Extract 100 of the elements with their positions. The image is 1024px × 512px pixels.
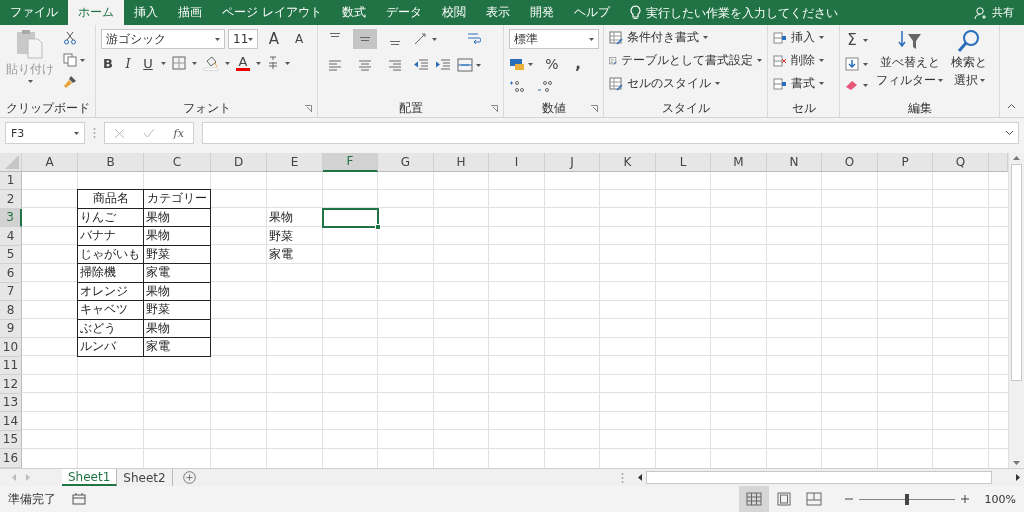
wrap-text-icon[interactable]: [467, 32, 481, 46]
ribbon-tab[interactable]: データ: [375, 0, 432, 25]
cells-menu-button[interactable]: 挿入: [791, 29, 815, 46]
row-header[interactable]: 12: [0, 375, 22, 394]
dialog-launcher-icon[interactable]: [305, 105, 312, 112]
name-box[interactable]: F3: [5, 122, 85, 144]
grow-font-button[interactable]: A: [267, 30, 281, 48]
ribbon-tab[interactable]: ファイル: [0, 0, 68, 25]
dialog-launcher-icon[interactable]: [491, 105, 498, 112]
ribbon-tab[interactable]: 挿入: [124, 0, 168, 25]
row-header[interactable]: 4: [0, 227, 22, 246]
sheet-tab[interactable]: Sheet1: [62, 469, 118, 486]
row-header[interactable]: 16: [0, 449, 22, 468]
column-header[interactable]: N: [767, 153, 822, 172]
paintbrush-icon[interactable]: [63, 75, 77, 89]
eraser-icon[interactable]: [845, 79, 859, 91]
ribbon-tab[interactable]: ページ レイアウト: [212, 0, 332, 25]
zoom-out-icon[interactable]: [844, 495, 853, 503]
style-menu-button[interactable]: 条件付き書式: [627, 29, 699, 46]
percent-button[interactable]: %: [545, 56, 559, 72]
column-header[interactable]: B: [78, 153, 144, 172]
sort-filter-button[interactable]: 並べ替えと フィルター: [876, 29, 943, 89]
column-header[interactable]: D: [211, 153, 267, 172]
style-menu-button[interactable]: テーブルとして書式設定: [621, 52, 753, 69]
borders-icon[interactable]: [172, 56, 186, 70]
selected-cell[interactable]: [323, 208, 378, 227]
font-name-field[interactable]: 游ゴシック: [101, 29, 225, 49]
column-header[interactable]: A: [22, 153, 78, 172]
row-header[interactable]: 14: [0, 412, 22, 431]
cancel-icon[interactable]: [114, 127, 126, 139]
view-button[interactable]: [738, 486, 769, 512]
zoom-in-icon[interactable]: [960, 495, 969, 503]
search-field[interactable]: 実行したい作業を入力してください: [643, 4, 868, 21]
macro-record-icon[interactable]: [72, 493, 86, 505]
column-header[interactable]: L: [656, 153, 711, 172]
comma-button[interactable]: ,: [571, 55, 585, 73]
italic-button[interactable]: I: [121, 55, 135, 71]
style-menu-button[interactable]: セルのスタイル: [627, 75, 711, 92]
ribbon-tab[interactable]: 描画: [168, 0, 212, 25]
column-header[interactable]: P: [878, 153, 933, 172]
column-header[interactable]: G: [378, 153, 434, 172]
add-sheet-icon[interactable]: [182, 471, 196, 484]
grip-icon: [621, 471, 624, 484]
furigana-icon[interactable]: [267, 56, 279, 70]
ribbon-tab[interactable]: 校閲: [431, 0, 476, 25]
scissors-icon[interactable]: [63, 31, 77, 45]
orientation-icon[interactable]: [413, 32, 429, 46]
column-header[interactable]: Q: [933, 153, 989, 172]
currency-icon[interactable]: [509, 57, 525, 71]
font-color-button[interactable]: A: [236, 55, 250, 71]
align-button[interactable]: [353, 29, 377, 49]
number-format-field[interactable]: 標準: [509, 29, 599, 49]
underline-button[interactable]: U: [141, 55, 155, 71]
merge-cells-icon[interactable]: [457, 58, 473, 72]
column-header[interactable]: J: [545, 153, 600, 172]
check-icon[interactable]: [143, 128, 156, 138]
fill-down-icon[interactable]: [845, 57, 859, 71]
ribbon-tab[interactable]: ホーム: [68, 0, 124, 25]
increase-indent-icon[interactable]: [435, 59, 451, 71]
zoom-level[interactable]: 100%: [984, 492, 1016, 506]
row-header[interactable]: 6: [0, 264, 22, 283]
vertical-scrollbar[interactable]: [1008, 153, 1024, 468]
column-header[interactable]: I: [489, 153, 545, 172]
column-header[interactable]: F: [323, 153, 378, 172]
insert-function-button[interactable]: fx: [173, 126, 184, 140]
column-header[interactable]: E: [267, 153, 323, 172]
decrease-decimal-icon[interactable]: [537, 79, 553, 93]
dialog-launcher-icon[interactable]: [591, 105, 598, 112]
ribbon-tab[interactable]: 数式: [331, 0, 376, 25]
formula-input[interactable]: [202, 122, 1019, 144]
collapse-ribbon-icon[interactable]: [1007, 103, 1016, 109]
cells-menu-button[interactable]: 削除: [791, 52, 815, 69]
decrease-indent-icon[interactable]: [413, 59, 429, 71]
column-header[interactable]: H: [434, 153, 489, 172]
ribbon-tab[interactable]: 表示: [475, 0, 520, 25]
find-select-button[interactable]: 検索と 選択: [951, 29, 987, 89]
bold-button[interactable]: B: [101, 55, 115, 71]
row-header[interactable]: 2: [0, 190, 22, 209]
increase-decimal-icon[interactable]: [509, 79, 525, 93]
column-header[interactable]: K: [600, 153, 656, 172]
share-button[interactable]: 共有: [992, 5, 1014, 20]
expand-caret-icon[interactable]: [1005, 130, 1014, 136]
scroll-up-icon[interactable]: [1013, 156, 1020, 160]
column-header[interactable]: C: [144, 153, 211, 172]
scroll-down-icon[interactable]: [1013, 461, 1020, 465]
ribbon-tab[interactable]: 開発: [519, 0, 564, 25]
font-size-field[interactable]: 11: [228, 29, 258, 49]
autosum-button[interactable]: Σ: [845, 31, 859, 49]
copy-icon[interactable]: [63, 53, 77, 67]
shrink-font-button[interactable]: A: [292, 32, 306, 46]
sheet-tab[interactable]: Sheet2: [117, 469, 173, 486]
column-header[interactable]: O: [822, 153, 878, 172]
paint-bucket-icon[interactable]: [203, 55, 219, 71]
scroll-right-icon[interactable]: [1016, 474, 1020, 481]
scroll-left-icon[interactable]: [638, 474, 642, 481]
ribbon-tab[interactable]: ヘルプ: [563, 0, 620, 25]
column-header[interactable]: M: [711, 153, 767, 172]
row-header[interactable]: 8: [0, 301, 22, 320]
cells-menu-button[interactable]: 書式: [791, 75, 815, 92]
row-header[interactable]: 10: [0, 338, 22, 357]
